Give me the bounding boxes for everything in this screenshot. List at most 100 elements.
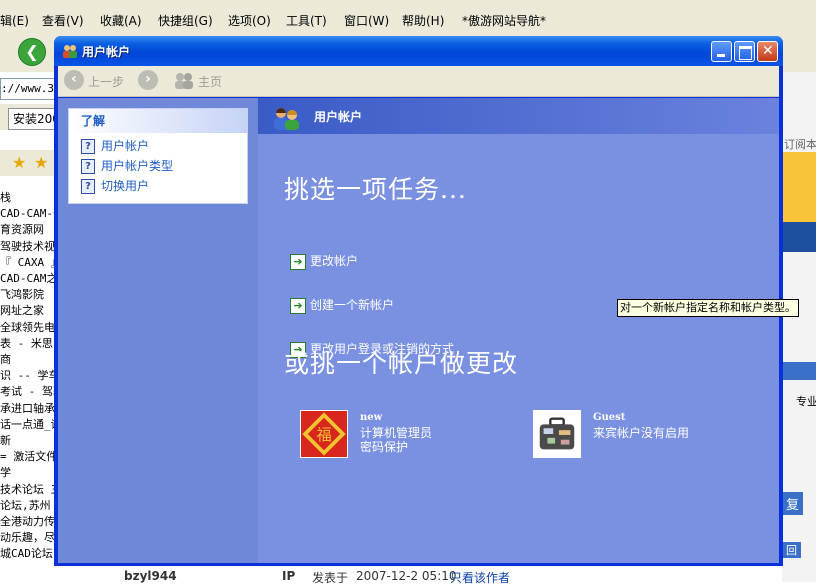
back-arrow-icon[interactable]: ‹: [64, 70, 84, 90]
decorative-band: [782, 222, 816, 252]
post-username[interactable]: bzyl944: [124, 569, 177, 583]
learn-item-account-types[interactable]: ? 用户帐户类型: [81, 157, 173, 175]
pick-account-heading: 或挑一个帐户做更改: [284, 349, 519, 378]
tooltip: 对一个新帐户指定名称和帐户类型。: [617, 299, 799, 317]
forward-arrow-icon[interactable]: ›: [138, 70, 158, 90]
reply-button[interactable]: 复: [782, 492, 804, 515]
browser-link-item[interactable]: 网址之家: [0, 303, 56, 319]
browser-link-item[interactable]: 飞鸿影院: [0, 287, 56, 303]
briefcase-picture: [533, 410, 581, 458]
decorative-band-2: [782, 362, 816, 380]
browser-link-item[interactable]: 表 - 米思: [0, 336, 56, 352]
learn-item-label: 用户帐户: [101, 139, 150, 153]
browser-favorites-bar: ★ ★: [0, 150, 56, 176]
browser-link-item[interactable]: 栈: [0, 190, 56, 206]
browser-link-item[interactable]: 承进口轴承: [0, 401, 56, 417]
window-toolbar: ‹ 上一步 › 主页: [58, 66, 779, 97]
task-change-account[interactable]: ➔ 更改帐户: [290, 252, 358, 270]
browser-link-item[interactable]: 学: [0, 465, 56, 481]
fu-character-picture: 福: [300, 410, 348, 458]
users-icon: [63, 45, 77, 58]
browser-link-item[interactable]: 新: [0, 433, 56, 449]
help-icon: ?: [81, 159, 95, 174]
header-banner: 用户帐户: [258, 98, 779, 134]
account-name: Guest: [593, 412, 626, 423]
svg-text:福: 福: [316, 426, 331, 444]
browser-link-item[interactable]: 商: [0, 352, 56, 368]
browser-address-bar[interactable]: ://www.3d: [0, 78, 58, 100]
browser-link-item[interactable]: 识 -- 学车: [0, 368, 56, 384]
browser-link-item[interactable]: 城CAD论坛: [0, 546, 56, 562]
browser-tabbar: 安装200: [0, 104, 66, 130]
menu-groups[interactable]: 快捷组(G): [158, 12, 213, 29]
post-date: 2007-12-2 05:10: [356, 569, 457, 583]
learn-about-header: 了解: [69, 109, 247, 133]
browser-link-item[interactable]: 全球领先电: [0, 320, 56, 336]
maximize-button[interactable]: [734, 41, 755, 62]
main-panel: 用户帐户 挑选一项任务... ➔ 更改帐户 ➔ 创建一个新帐户 ➔ 更改用户登录或注销…: [258, 98, 779, 563]
account-name: new: [360, 412, 383, 423]
learn-item-label: 用户帐户类型: [101, 159, 174, 173]
window-title: 用户帐户: [82, 45, 131, 59]
help-icon: ?: [81, 139, 95, 154]
subscribe-link[interactable]: 订阅本: [784, 136, 816, 152]
menu-options[interactable]: 选项(O): [228, 12, 271, 29]
menu-site-nav[interactable]: *傲游网站导航*: [462, 12, 546, 29]
star-icon[interactable]: ★: [12, 153, 26, 172]
home-button-label[interactable]: 主页: [198, 73, 222, 90]
minimize-icon: [717, 54, 725, 57]
browser-right-panel: 订阅本 专业 复 回: [782, 72, 816, 582]
browser-link-item[interactable]: 动乐趣，尽: [0, 530, 56, 546]
browser-link-item[interactable]: 育资源网: [0, 222, 56, 238]
learn-item-switch-user[interactable]: ? 切换用户: [81, 177, 149, 195]
help-icon: ?: [81, 179, 95, 194]
menu-favorites[interactable]: 收藏(A): [100, 12, 142, 29]
banner-title: 用户帐户: [314, 110, 363, 124]
post-date-label: 发表于: [312, 571, 349, 585]
browser-menubar: 辑(E) 查看(V) 收藏(A) 快捷组(G) 选项(O) 工具(T) 窗口(W…: [0, 0, 816, 33]
browser-link-item[interactable]: 技术论坛 三: [0, 482, 56, 498]
green-arrow-icon: ➔: [290, 253, 306, 270]
browser-link-item[interactable]: 全港动力传: [0, 514, 56, 530]
side-label: 专业: [796, 395, 816, 408]
back-button-label[interactable]: 上一步: [88, 73, 124, 90]
star-add-icon[interactable]: ★: [34, 153, 48, 172]
pick-task-heading: 挑选一项任务...: [284, 175, 467, 204]
menu-edit[interactable]: 辑(E): [0, 12, 29, 29]
close-button[interactable]: ✕: [757, 41, 778, 62]
learn-about-panel: 了解 ? 用户帐户 ? 用户帐户类型 ? 切换用户: [68, 108, 248, 204]
post-ip: IP: [282, 569, 296, 583]
sidebar: 了解 ? 用户帐户 ? 用户帐户类型 ? 切换用户: [58, 98, 258, 563]
home-users-icon: [175, 73, 193, 89]
window-content: 了解 ? 用户帐户 ? 用户帐户类型 ? 切换用户 用户帐户 挑选一项任务...…: [58, 98, 779, 563]
menu-help[interactable]: 帮助(H): [402, 12, 444, 29]
close-icon: ✕: [762, 43, 774, 59]
browser-link-item[interactable]: 话一点通_语: [0, 417, 56, 433]
browser-link-item[interactable]: CAD-CAM之: [0, 271, 56, 287]
account-status: 来宾帐户没有启用: [593, 426, 690, 440]
browser-link-list: 栈 CAD-CAM-C 育资源网 驾驶技术视『 CAXA 』 CAD-CAM之 飞鸿影院网…: [0, 190, 56, 563]
browser-link-item[interactable]: 『 CAXA 』: [0, 255, 56, 271]
task-create-account[interactable]: ➔ 创建一个新帐户: [290, 296, 394, 314]
task-label: 创建一个新帐户: [310, 298, 395, 312]
view-author-link[interactable]: 只看该作者: [450, 569, 510, 586]
account-status: 密码保护: [360, 440, 409, 454]
maximize-icon: [739, 46, 752, 60]
window-titlebar[interactable]: 用户帐户 ✕: [54, 36, 783, 66]
task-label: 更改帐户: [310, 254, 359, 268]
browser-back-icon[interactable]: ❮: [18, 38, 46, 66]
browser-link-item[interactable]: CAD-CAM-C: [0, 206, 56, 222]
browser-link-item[interactable]: 驾驶技术视: [0, 239, 56, 255]
menu-window[interactable]: 窗口(W): [344, 12, 389, 29]
menu-view[interactable]: 查看(V): [42, 12, 84, 29]
learn-item-user-accounts[interactable]: ? 用户帐户: [81, 137, 149, 155]
browser-link-item[interactable]: 论坛,苏州: [0, 498, 56, 514]
browser-link-item[interactable]: = 激活文件: [0, 449, 56, 465]
green-arrow-icon: ➔: [290, 297, 306, 314]
minimize-button[interactable]: [711, 41, 732, 62]
menu-tools[interactable]: 工具(T): [286, 12, 327, 29]
decorative-banner: [782, 152, 816, 222]
users-icon: [274, 108, 299, 130]
browser-link-item[interactable]: 考试 - 驾驶: [0, 384, 56, 400]
return-button[interactable]: 回: [782, 542, 801, 558]
